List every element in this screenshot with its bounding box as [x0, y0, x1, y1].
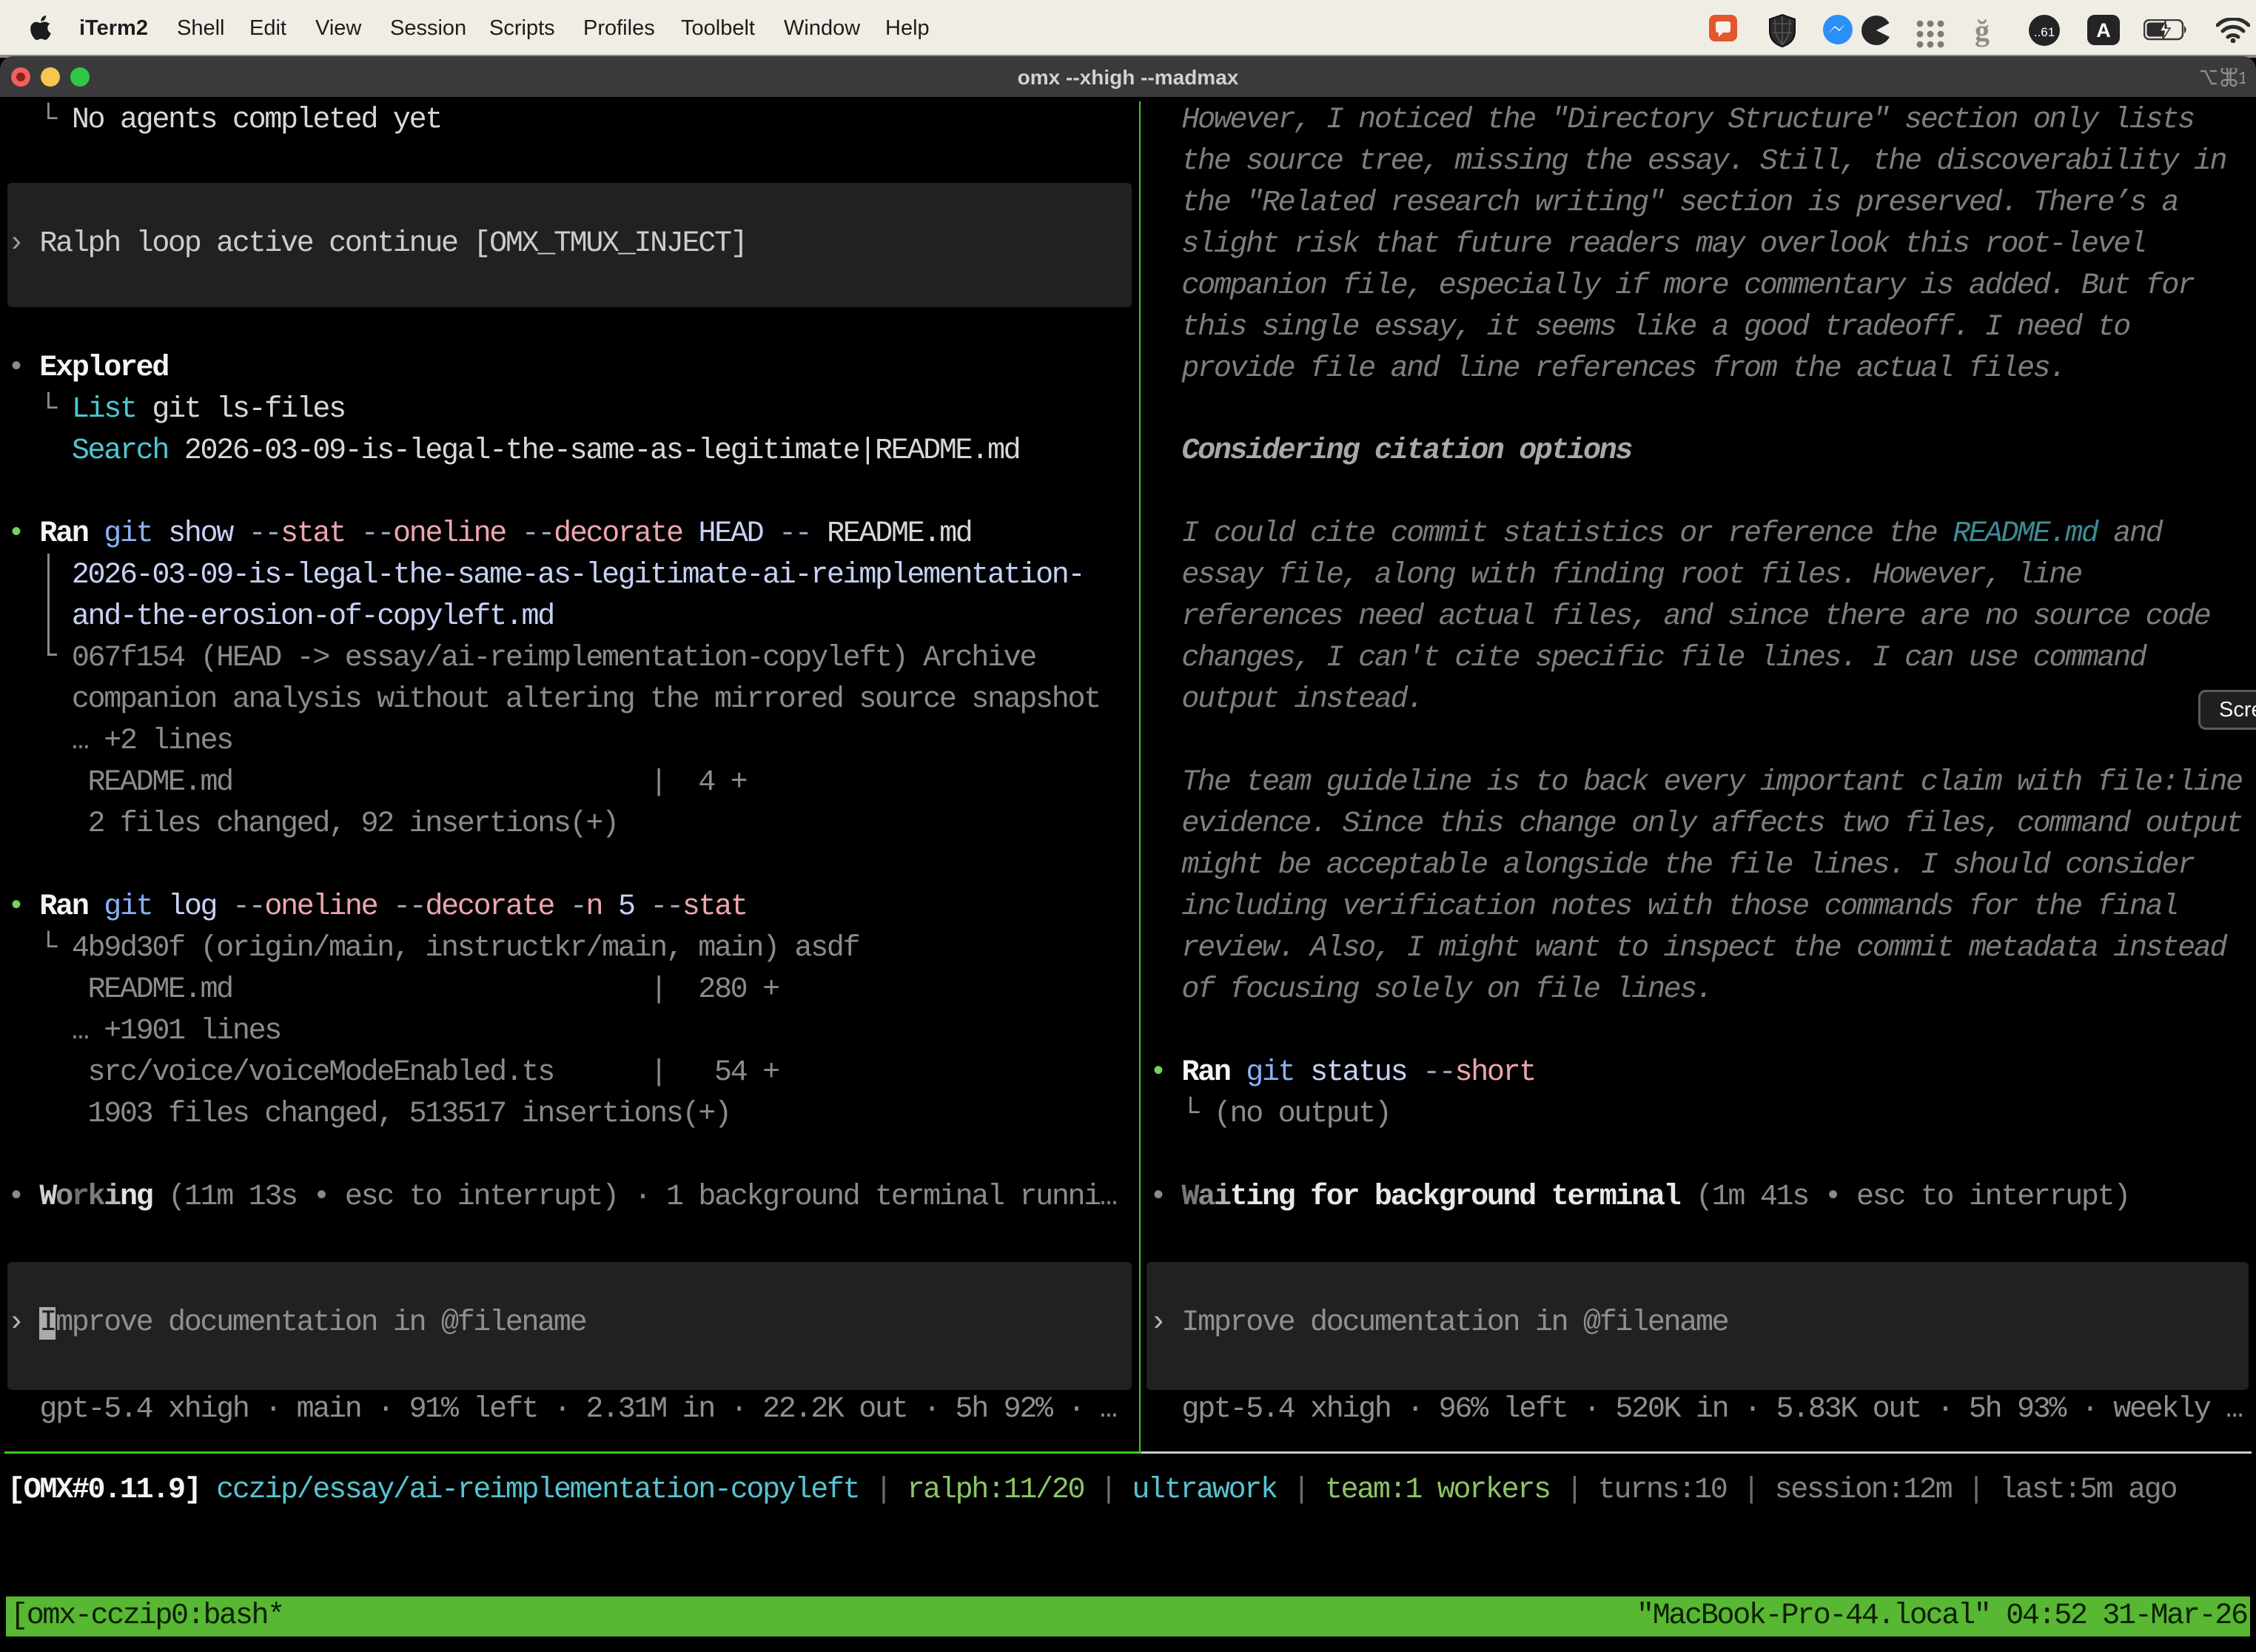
- svg-text:1: 1: [2238, 68, 2246, 87]
- svg-text:A: A: [2096, 19, 2111, 41]
- svg-text:..61: ..61: [2034, 25, 2055, 39]
